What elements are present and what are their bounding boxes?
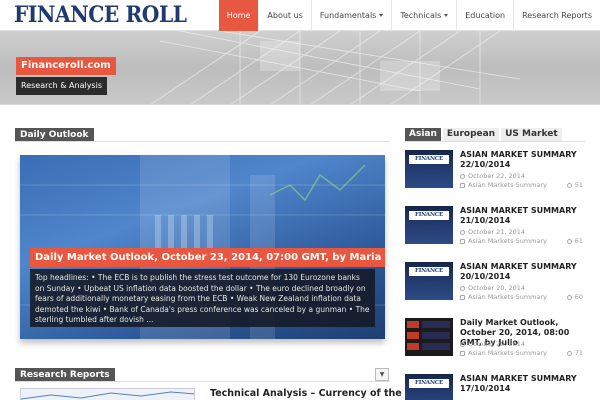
currency-board-image: [405, 318, 453, 356]
article-date-text: October 20, 2014: [468, 340, 526, 348]
folder-icon: [460, 350, 465, 356]
market-tabs: Asian European US Market: [405, 128, 562, 141]
thumbnail-logo: FINANCE ROLL: [409, 379, 449, 395]
article-title[interactable]: ASIAN MARKET SUMMARY 21/10/2014: [460, 206, 585, 226]
eye-icon: [566, 238, 572, 244]
folder-icon: [460, 238, 465, 244]
clock-icon: [460, 173, 465, 179]
thumbnail-logo: FINANCE ROLL: [409, 267, 449, 283]
thumbnail-logo: FINANCE ROLL: [409, 155, 449, 171]
caret-down-icon: [379, 14, 384, 17]
article-meta: Asian Markets Summary 60: [460, 293, 585, 301]
article-category[interactable]: Asian Markets Summary: [468, 293, 547, 301]
divider: [15, 381, 390, 382]
list-item[interactable]: Daily Market Outlook, October 20, 2014, …: [405, 318, 585, 358]
eye-icon: [566, 182, 572, 188]
nav-fundamentals-label: Fundamentals: [319, 11, 377, 20]
article-meta: Asian Markets Summary 61: [460, 237, 585, 245]
article-date: October 20, 2014: [460, 284, 525, 292]
nav-home[interactable]: Home: [218, 0, 259, 31]
article-date: October 22, 2014: [460, 172, 525, 180]
tab-asian[interactable]: Asian: [405, 128, 441, 141]
featured-article-title[interactable]: Daily Market Outlook, October 23, 2014, …: [30, 248, 385, 267]
divider: [405, 141, 585, 142]
article-date-text: October 20, 2014: [468, 284, 526, 292]
brand-tagline: Research & Analysis: [16, 77, 107, 95]
daily-outlook-heading: Daily Outlook: [15, 128, 94, 142]
article-title[interactable]: ASIAN MARKET SUMMARY 20/10/2014: [460, 262, 585, 282]
nav-fundamentals[interactable]: Fundamentals: [310, 0, 392, 31]
article-thumbnail[interactable]: FINANCE ROLL: [405, 374, 453, 400]
article-thumbnail[interactable]: FINANCE ROLL: [405, 262, 453, 300]
article-date-text: October 22, 2014: [468, 172, 526, 180]
clock-icon: [460, 285, 465, 291]
tab-european[interactable]: European: [442, 128, 500, 141]
nav-technicals[interactable]: Technicals: [391, 0, 456, 31]
nav-education[interactable]: Education: [456, 0, 513, 31]
article-category[interactable]: Asian Markets Summary: [468, 181, 547, 189]
list-item[interactable]: FINANCE ROLL ASIAN MARKET SUMMARY 20/10/…: [405, 262, 585, 302]
article-title[interactable]: ASIAN MARKET SUMMARY 22/10/2014: [460, 150, 585, 170]
view-count: 51: [574, 181, 583, 189]
view-count: 61: [574, 237, 583, 245]
divider: [15, 141, 390, 142]
caret-down-icon: [444, 14, 449, 17]
nav-technicals-label: Technicals: [400, 11, 442, 20]
clock-icon: [460, 229, 465, 235]
tab-us-market[interactable]: US Market: [501, 128, 562, 141]
article-title[interactable]: ASIAN MARKET SUMMARY 17/10/2014: [460, 374, 585, 394]
view-count: 60: [574, 293, 583, 301]
brand-badge[interactable]: Financeroll.com: [16, 57, 116, 75]
research-report-title[interactable]: Technical Analysis – Currency of the: [210, 388, 402, 399]
article-thumbnail[interactable]: [405, 318, 453, 356]
thumbnail-logo: FINANCE ROLL: [409, 211, 449, 227]
article-meta: Asian Markets Summary 71: [460, 349, 585, 357]
eye-icon: [566, 350, 572, 356]
featured-article[interactable]: Daily Market Outlook, October 23, 2014, …: [20, 155, 385, 339]
nav-research-reports[interactable]: Research Reports: [513, 0, 600, 31]
carousel-arrow-icon[interactable]: ▼: [375, 368, 389, 381]
list-item[interactable]: FINANCE ROLL ASIAN MARKET SUMMARY 17/10/…: [405, 374, 585, 400]
folder-icon: [460, 294, 465, 300]
main-nav: Home About us Fundamentals Technicals Ed…: [218, 0, 600, 31]
article-meta: Asian Markets Summary 51: [460, 181, 585, 189]
article-date: October 20, 2014: [460, 340, 525, 348]
folder-icon: [460, 182, 465, 188]
list-item[interactable]: FINANCE ROLL ASIAN MARKET SUMMARY 21/10/…: [405, 206, 585, 246]
article-date-text: October 21, 2014: [468, 228, 526, 236]
view-count: 71: [574, 349, 583, 357]
eye-icon: [566, 294, 572, 300]
featured-article-excerpt: Top headlines: • The ECB is to publish t…: [30, 269, 375, 327]
report-chart-icon: [21, 391, 194, 400]
nav-about-us[interactable]: About us: [258, 0, 310, 31]
top-header: FINANCE ROLL Home About us Fundamentals …: [0, 0, 600, 31]
research-report-thumbnail[interactable]: [20, 388, 195, 400]
site-logo[interactable]: FINANCE ROLL: [14, 2, 187, 28]
list-item[interactable]: FINANCE ROLL ASIAN MARKET SUMMARY 22/10/…: [405, 150, 585, 190]
article-category[interactable]: Asian Markets Summary: [468, 237, 547, 245]
article-date: October 21, 2014: [460, 228, 525, 236]
article-category[interactable]: Asian Markets Summary: [468, 349, 547, 357]
article-thumbnail[interactable]: FINANCE ROLL: [405, 206, 453, 244]
article-thumbnail[interactable]: FINANCE ROLL: [405, 150, 453, 188]
research-reports-heading: Research Reports: [15, 368, 115, 382]
clock-icon: [460, 341, 465, 347]
